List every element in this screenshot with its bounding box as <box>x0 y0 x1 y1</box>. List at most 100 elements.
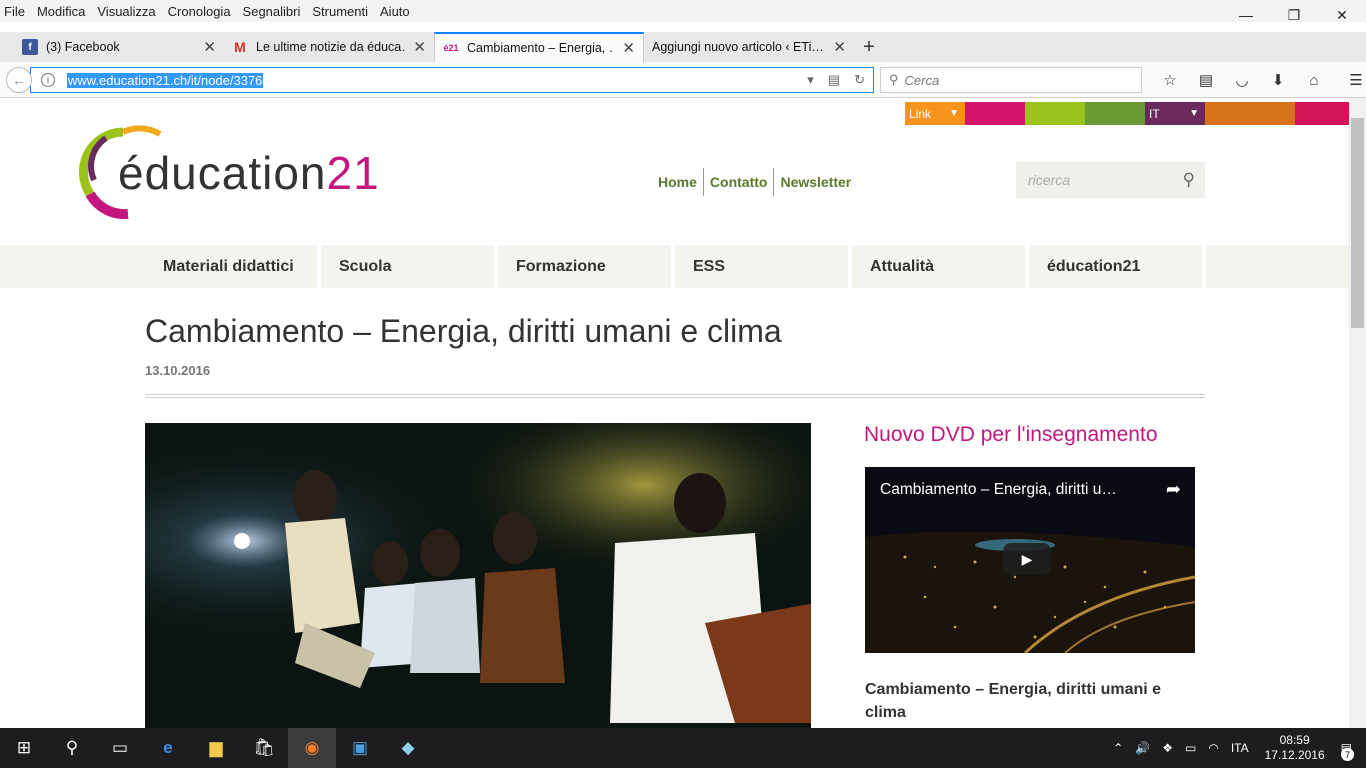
url-bar[interactable]: i www.education21.ch/it/node/3376 ▾ ▤ ↻ <box>30 67 874 93</box>
windows-taskbar: ⊞ ⚲ ▭ e ▆ 🛍 ◉ ▣ ◆ ⌃ 🔊 ❖ ▭ ◠ ITA 08:59 17… <box>0 728 1366 768</box>
browser-search-input[interactable]: ⚲ Cerca <box>880 67 1142 93</box>
education21-icon: é21 <box>443 43 459 53</box>
close-tab-icon[interactable]: ✕ <box>203 38 216 56</box>
edge-icon[interactable]: e <box>144 728 192 768</box>
color-block-green <box>1085 102 1145 125</box>
share-icon[interactable]: ➦ <box>1166 479 1181 500</box>
tab-facebook[interactable]: f (3) Facebook ✕ <box>14 32 224 62</box>
task-view-icon[interactable]: ▭ <box>96 728 144 768</box>
language-label: IT <box>1149 106 1160 121</box>
close-tab-icon[interactable]: ✕ <box>622 39 635 57</box>
search-icon[interactable]: ⚲ <box>1183 170 1195 190</box>
download-icon[interactable]: ⬇ <box>1260 67 1296 93</box>
color-block-lime <box>1025 102 1085 125</box>
color-block-magenta <box>965 102 1025 125</box>
windows-start-icon[interactable]: ⊞ <box>0 728 48 768</box>
file-explorer-icon[interactable]: ▆ <box>192 728 240 768</box>
divider <box>145 394 1205 398</box>
app-icon[interactable]: ▣ <box>336 728 384 768</box>
close-tab-icon[interactable]: ✕ <box>413 38 426 56</box>
dropbox-icon[interactable]: ❖ <box>1162 741 1173 755</box>
play-icon[interactable]: ▶ <box>1003 543 1051 575</box>
search-icon: ⚲ <box>889 72 899 87</box>
site-search-placeholder: ricerca <box>1028 172 1071 188</box>
back-button[interactable]: ← <box>6 67 32 93</box>
bookmarks-list-icon[interactable]: ▤ <box>1188 67 1224 93</box>
notification-icon[interactable]: ▤7 <box>1341 741 1354 761</box>
clock[interactable]: 08:59 17.12.2016 <box>1265 733 1325 763</box>
toolbar-icons: ☆ ▤ ◡ ⬇ ⌂ ☰ <box>1152 67 1366 93</box>
tab-label: (3) Facebook <box>46 40 120 54</box>
store-icon[interactable]: 🛍 <box>240 728 288 768</box>
site-search-input[interactable]: ricerca ⚲ <box>1016 162 1205 198</box>
page-scrollbar[interactable] <box>1349 98 1366 728</box>
main-nav: Materiali didattici Scuola Formazione ES… <box>0 245 1349 288</box>
pocket-icon[interactable]: ◡ <box>1224 67 1260 93</box>
newsletter-link[interactable]: Newsletter <box>774 174 857 190</box>
browser-search-placeholder: Cerca <box>904 72 940 88</box>
nav-education21[interactable]: éducation21 <box>1029 245 1206 288</box>
scrollbar-thumb[interactable] <box>1351 118 1364 328</box>
firefox-icon[interactable]: ◉ <box>288 728 336 768</box>
web-page: Link ▼ IT ▼ éducation21 Home Contatto News… <box>0 98 1349 728</box>
close-icon[interactable]: ✕ <box>1318 0 1366 30</box>
close-tab-icon[interactable]: ✕ <box>833 38 846 56</box>
home-icon[interactable]: ⌂ <box>1296 67 1332 93</box>
reader-view-icon[interactable]: ▤ <box>828 72 840 88</box>
site-logo[interactable]: éducation21 <box>78 124 379 219</box>
article-title: Cambiamento – Energia, diritti umani e c… <box>145 313 782 349</box>
language-indicator[interactable]: ITA <box>1231 741 1249 755</box>
menu-modifica[interactable]: Modifica <box>37 4 85 19</box>
search-icon[interactable]: ⚲ <box>48 728 96 768</box>
minimize-icon[interactable]: — <box>1222 0 1270 30</box>
tab-cambiamento[interactable]: é21 Cambiamento – Energia, … ✕ <box>434 32 644 62</box>
wifi-icon[interactable]: ◠ <box>1208 741 1218 755</box>
color-block-red <box>1295 102 1349 125</box>
battery-icon[interactable]: ▭ <box>1185 741 1196 755</box>
nav-materiali-didattici[interactable]: Materiali didattici <box>145 245 321 288</box>
nav-scuola[interactable]: Scuola <box>321 245 498 288</box>
video-player[interactable]: Cambiamento – Energia, diritti u… ➦ ▶ <box>865 467 1195 653</box>
nav-attualita[interactable]: Attualità <box>852 245 1029 288</box>
chevron-down-icon: ▼ <box>1189 108 1199 119</box>
tab-label: Le ultime notizie da éduca… <box>256 40 406 54</box>
home-link[interactable]: Home <box>652 174 703 190</box>
menu-cronologia[interactable]: Cronologia <box>168 4 231 19</box>
facebook-icon: f <box>22 39 38 55</box>
contatto-link[interactable]: Contatto <box>704 174 774 190</box>
navigation-bar: i www.education21.ch/it/node/3376 ▾ ▤ ↻ … <box>0 62 1366 98</box>
new-tab-button[interactable]: + <box>854 32 884 62</box>
color-strip: Link ▼ IT ▼ <box>905 102 1349 125</box>
info-icon[interactable]: i <box>41 73 55 87</box>
language-dropdown[interactable]: IT ▼ <box>1145 102 1205 125</box>
dropdown-icon[interactable]: ▾ <box>807 72 814 88</box>
nav-formazione[interactable]: Formazione <box>498 245 675 288</box>
sidebar-caption[interactable]: Cambiamento – Energia, diritti umani e c… <box>865 678 1185 724</box>
menu-icon[interactable]: ☰ <box>1338 67 1366 93</box>
menu-segnalibri[interactable]: Segnalibri <box>243 4 301 19</box>
menu-visualizza[interactable]: Visualizza <box>97 4 155 19</box>
article-photo[interactable] <box>145 423 811 728</box>
chevron-up-icon[interactable]: ⌃ <box>1113 741 1123 755</box>
tab-aggiungi[interactable]: Aggiungi nuovo articolo ‹ ETi… ✕ <box>644 32 854 62</box>
gmail-icon: M <box>234 39 246 55</box>
link-dropdown-label: Link <box>909 106 932 121</box>
notification-count: 7 <box>1341 748 1354 761</box>
menu-file[interactable]: File <box>4 4 25 19</box>
url-text[interactable]: www.education21.ch/it/node/3376 <box>67 72 264 88</box>
students-reading-image <box>145 423 811 728</box>
menu-aiuto[interactable]: Aiuto <box>380 4 410 19</box>
nav-ess[interactable]: ESS <box>675 245 852 288</box>
link-dropdown[interactable]: Link ▼ <box>905 102 965 125</box>
menu-strumenti[interactable]: Strumenti <box>312 4 368 19</box>
app-icon-2[interactable]: ◆ <box>384 728 432 768</box>
tab-gmail[interactable]: M Le ultime notizie da éduca… ✕ <box>224 32 434 62</box>
restore-icon[interactable]: ❐ <box>1270 0 1318 30</box>
volume-icon[interactable]: 🔊 <box>1135 741 1150 755</box>
bookmark-star-icon[interactable]: ☆ <box>1152 67 1188 93</box>
video-title[interactable]: Cambiamento – Energia, diritti u… <box>880 481 1117 499</box>
reload-icon[interactable]: ↻ <box>854 72 865 88</box>
chevron-down-icon: ▼ <box>949 108 959 119</box>
sidebar-heading: Nuovo DVD per l'insegnamento <box>864 423 1158 446</box>
clock-date: 17.12.2016 <box>1264 748 1325 762</box>
